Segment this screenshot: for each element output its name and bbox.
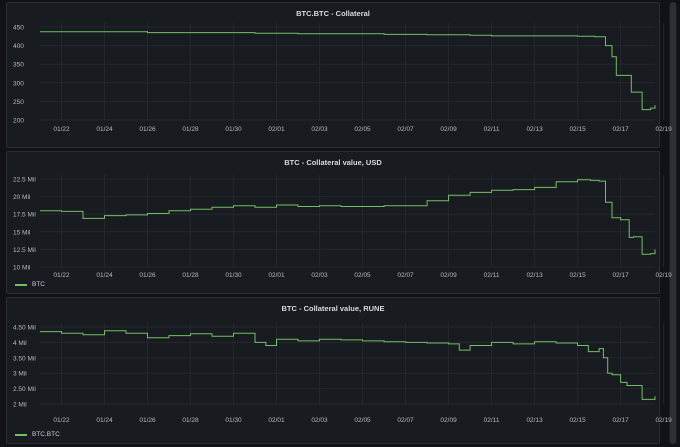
x-tick-label: 02/11 xyxy=(484,417,500,424)
x-tick-label: 01/26 xyxy=(139,272,156,279)
y-tick-label: 200 xyxy=(13,118,24,125)
x-tick-label: 02/05 xyxy=(354,272,371,279)
x-tick-label: 02/15 xyxy=(569,417,586,424)
x-tick-label: 02/07 xyxy=(397,272,414,279)
collateral-usd-panel: BTC - Collateral value, USD 22.5 Mil 20 M… xyxy=(6,151,672,294)
legend-label: BTC.BTC xyxy=(32,431,60,438)
y-tick-label: 4.50 Mil xyxy=(13,325,36,332)
y-tick-label: 12.5 Mil xyxy=(13,247,36,254)
x-tick-label: 02/17 xyxy=(612,417,629,424)
x-tick-label: 02/17 xyxy=(612,126,629,133)
y-tick-label: 300 xyxy=(13,80,24,87)
x-tick-label: 01/30 xyxy=(225,417,242,424)
x-tick-label: 02/05 xyxy=(354,417,371,424)
y-tick-label: 2 Mil xyxy=(13,402,27,409)
y-tick-label: 22.5 Mil xyxy=(13,177,36,184)
x-tick-label: 02/11 xyxy=(484,272,500,279)
x-tick-label: 02/19 xyxy=(655,126,672,133)
y-tick-label: 20 Mil xyxy=(13,194,31,201)
x-tick-label: 02/01 xyxy=(268,126,285,133)
y-tick-label: 400 xyxy=(13,43,24,50)
series-line xyxy=(40,31,656,111)
x-tick-label: 02/03 xyxy=(311,417,328,424)
x-tick-label: 02/09 xyxy=(440,417,457,424)
y-tick-label: 2.50 Mil xyxy=(13,386,36,393)
chart-legend[interactable]: BTC.BTC xyxy=(15,431,60,438)
collateral-chart: 450 400 350 300 250 200 01/22 01/24 01/26 01/28 01… xyxy=(13,23,672,133)
x-tick-label: 02/11 xyxy=(484,126,500,133)
y-tick-label: 10 Mil xyxy=(13,265,31,272)
x-tick-label: 01/26 xyxy=(139,417,156,424)
x-tick-label: 02/07 xyxy=(397,126,414,133)
x-tick-label: 01/28 xyxy=(182,417,199,424)
x-tick-label: 02/03 xyxy=(311,126,328,133)
x-tick-label: 02/01 xyxy=(268,272,285,279)
collateral-rune-chart: 4.50 Mil 4 Mil 3.50 Mil 3 Mil 2.50 Mil 2 Mil 0… xyxy=(13,323,672,424)
x-tick-label: 02/01 xyxy=(268,417,285,424)
y-tick-label: 17.5 Mil xyxy=(13,212,36,219)
y-tick-label: 15 Mil xyxy=(13,229,31,236)
x-tick-label: 02/07 xyxy=(397,417,414,424)
x-tick-label: 02/17 xyxy=(612,272,629,279)
legend-swatch xyxy=(15,283,27,286)
collateral-rune-panel: BTC - Collateral value, RUNE 4.50 Mil 4 M… xyxy=(6,297,672,444)
x-tick-label: 01/24 xyxy=(96,417,113,424)
x-tick-label: 02/13 xyxy=(526,126,543,133)
y-tick-label: 4 Mil xyxy=(13,340,27,347)
x-tick-label: 01/30 xyxy=(225,126,242,133)
legend-swatch xyxy=(15,433,27,436)
x-tick-label: 02/15 xyxy=(569,272,586,279)
x-tick-label: 02/15 xyxy=(569,126,586,133)
x-tick-label: 01/26 xyxy=(139,126,156,133)
chart-legend[interactable]: BTC xyxy=(15,281,45,288)
y-tick-label: 3.50 Mil xyxy=(13,355,36,362)
x-tick-label: 02/13 xyxy=(526,417,543,424)
x-tick-label: 01/28 xyxy=(182,126,199,133)
x-tick-label: 02/03 xyxy=(311,272,328,279)
series-line xyxy=(40,179,656,255)
page-scrollbar-thumb[interactable] xyxy=(670,2,676,444)
page-scrollbar[interactable] xyxy=(669,2,677,444)
x-tick-label: 02/19 xyxy=(655,417,672,424)
x-tick-label: 02/09 xyxy=(440,126,457,133)
x-tick-label: 02/13 xyxy=(526,272,543,279)
legend-label: BTC xyxy=(32,281,45,288)
x-tick-label: 01/24 xyxy=(96,126,113,133)
x-tick-label: 01/22 xyxy=(53,272,70,279)
x-tick-label: 01/28 xyxy=(182,272,199,279)
y-tick-label: 3 Mil xyxy=(13,371,27,378)
y-tick-label: 450 xyxy=(13,25,24,32)
collateral-panel: BTC.BTC - Collateral 450 400 350 300 250 200 0… xyxy=(6,2,672,148)
x-tick-label: 02/19 xyxy=(655,272,672,279)
x-tick-label: 01/22 xyxy=(53,417,70,424)
x-tick-label: 01/30 xyxy=(225,272,242,279)
x-tick-label: 02/05 xyxy=(354,126,371,133)
x-tick-label: 02/09 xyxy=(440,272,457,279)
x-tick-label: 01/22 xyxy=(53,126,70,133)
collateral-usd-chart: 22.5 Mil 20 Mil 17.5 Mil 15 Mil 12.5 Mil 10 M… xyxy=(13,175,672,279)
y-tick-label: 350 xyxy=(13,62,24,69)
x-tick-label: 01/24 xyxy=(96,272,113,279)
y-tick-label: 250 xyxy=(13,99,24,106)
